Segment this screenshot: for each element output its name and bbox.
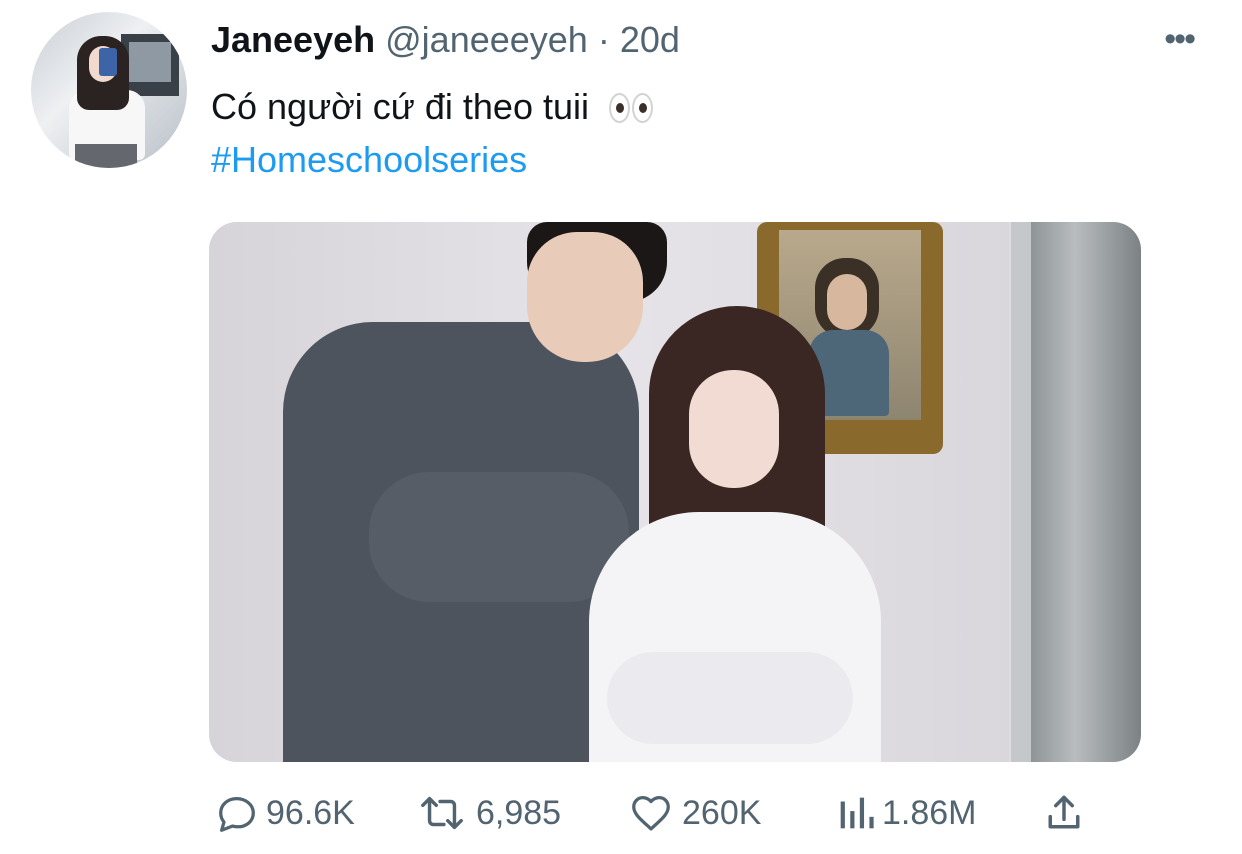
photo-woman-face — [689, 370, 779, 488]
author-handle[interactable]: @janeeeyeh — [385, 19, 588, 60]
eye-right — [632, 93, 653, 123]
avatar-figure-skirt — [75, 144, 137, 168]
share-button[interactable] — [1042, 788, 1086, 838]
avatar-background — [121, 34, 179, 96]
portrait-kid-face — [827, 274, 867, 330]
reply-button[interactable]: 96.6K — [214, 788, 355, 838]
tweet-text-body: Có người cứ đi theo tuii — [211, 86, 589, 127]
tweet-text: Có người cứ đi theo tuii — [211, 84, 655, 134]
eyes-emoji — [609, 88, 655, 134]
tweet-header: Janeeyeh @janeeeyeh · 20d — [211, 18, 680, 62]
like-count: 260K — [682, 793, 762, 832]
tweet-actions: 96.6K 6,985 260K 1.86M — [212, 788, 1092, 838]
photo-doorframe — [1011, 222, 1031, 762]
photo-man-arms — [369, 472, 629, 602]
more-icon[interactable]: ••• — [1164, 22, 1196, 56]
tweet-time[interactable]: 20d — [620, 19, 680, 60]
author-name[interactable]: Janeeyeh — [211, 19, 375, 60]
views-icon — [840, 797, 874, 829]
avatar-phone — [99, 48, 117, 76]
hashtag-link[interactable]: #Homeschoolseries — [211, 137, 527, 183]
reply-count: 96.6K — [266, 793, 355, 832]
author-avatar[interactable] — [31, 12, 187, 168]
retweet-button[interactable]: 6,985 — [414, 788, 561, 838]
reply-icon — [219, 796, 255, 832]
like-button[interactable]: 260K — [626, 788, 761, 838]
views-button[interactable]: 1.86M — [836, 788, 977, 838]
share-icon — [1048, 795, 1080, 829]
tweet-photo[interactable] — [209, 222, 1141, 762]
header-separator: · — [597, 19, 610, 60]
views-count: 1.86M — [882, 793, 977, 832]
like-icon — [632, 796, 670, 831]
retweet-count: 6,985 — [476, 793, 562, 832]
photo-man-face — [527, 232, 643, 362]
photo-door — [1031, 222, 1141, 762]
retweet-icon — [421, 796, 463, 830]
photo-woman-arms — [607, 652, 853, 744]
eye-left — [609, 93, 630, 123]
